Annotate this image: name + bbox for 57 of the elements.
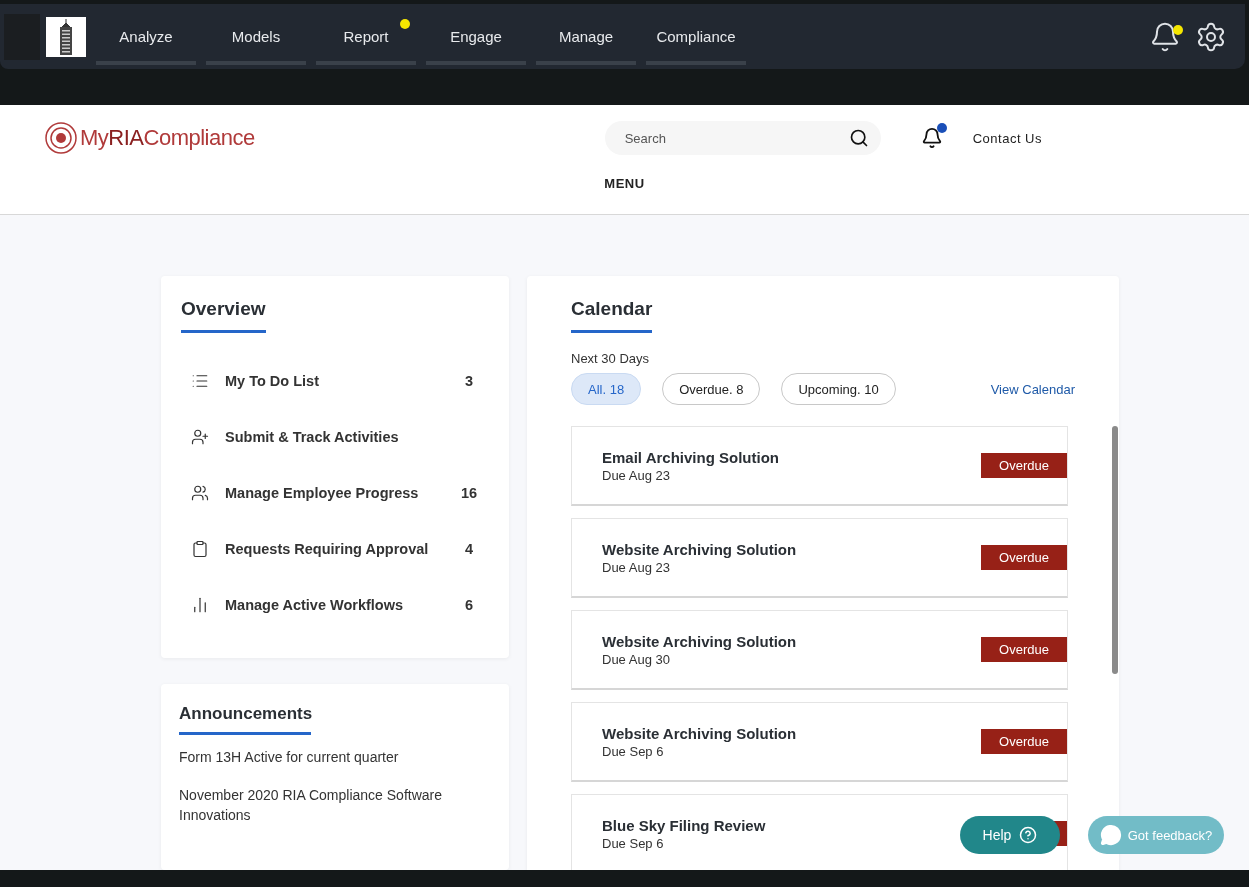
card-title: Overview [181,298,266,333]
nav-tab[interactable]: Compliance [646,8,746,65]
card-title: Calendar [571,298,653,333]
company-logo[interactable]: MyRIACompliance [44,121,255,155]
filter-pill[interactable]: All. 18 [571,373,642,405]
chat-icon [1099,824,1122,846]
due-date: Due Sep 6 [602,835,665,851]
nav-tab[interactable]: Engage [426,8,526,65]
item-title: Website Archiving Solution [602,724,798,742]
overview-item[interactable]: Submit & Track Activities [181,409,489,465]
status-badge: Overdue [981,637,1067,662]
scrollbar-thumb[interactable] [1112,426,1118,674]
due-date: Due Aug 23 [602,559,671,575]
announcement-link[interactable]: November 2020 RIA Compliance Software Innovations [179,785,491,825]
calendar-item[interactable]: Website Archiving Solution Due Aug 23 Overdue [571,518,1068,598]
overview-item[interactable]: Manage Active Workflows 6 [181,577,489,633]
calendar-item[interactable]: Email Archiving Solution Due Aug 23 Overdue [571,426,1068,506]
search-icon[interactable] [848,128,869,148]
range-label: Next 30 Days [571,351,651,366]
menu-button[interactable]: MENU [598,175,651,192]
announcement-link[interactable]: Form 13H Active for current quarter [179,747,491,767]
person-add-icon [191,428,209,446]
help-icon [1019,826,1038,844]
clipboard-icon [191,540,209,558]
bar-chart-icon [191,596,209,614]
status-badge: Overdue [981,453,1067,478]
due-date: Due Aug 30 [602,651,671,667]
list-icon [191,372,209,390]
overview-item[interactable]: My To Do List 3 [181,353,489,409]
settings-icon[interactable] [1195,20,1227,53]
status-badge: Overdue [981,729,1067,754]
nav-tab[interactable]: Manage [536,8,636,65]
calendar-item[interactable]: Website Archiving Solution Due Sep 6 Overdue [571,702,1068,782]
item-title: Email Archiving Solution [602,448,780,466]
target-icon [44,121,78,155]
item-title: Blue Sky Filing Review [602,816,767,834]
nav-tab[interactable]: Analyze [96,8,196,65]
bell-icon[interactable] [1149,20,1181,53]
help-button[interactable]: Help [960,816,1060,854]
filter-pill[interactable]: Upcoming. 10 [781,373,896,405]
search-field[interactable]: Search [604,121,881,155]
overview-item[interactable]: Manage Employee Progress 16 [181,465,489,521]
nav-tab[interactable]: Models [206,8,306,65]
people-icon [191,484,209,502]
filter-pill[interactable]: Overdue. 8 [662,373,761,405]
calendar-item[interactable]: Website Archiving Solution Due Aug 30 Overdue [571,610,1068,690]
building-logo[interactable] [46,16,86,57]
item-title: Website Archiving Solution [602,632,798,650]
card-title: Announcements [179,704,311,735]
item-title: Website Archiving Solution [602,540,798,558]
view-calendar-link[interactable]: View Calendar [990,381,1075,397]
due-date: Due Sep 6 [602,743,665,759]
overview-item[interactable]: Requests Requiring Approval 4 [181,521,489,577]
status-badge: Overdue [981,545,1067,570]
nav-tab[interactable]: Report [316,8,416,65]
due-date: Due Aug 23 [602,467,671,483]
contact-link[interactable]: Contact Us [972,130,1042,146]
